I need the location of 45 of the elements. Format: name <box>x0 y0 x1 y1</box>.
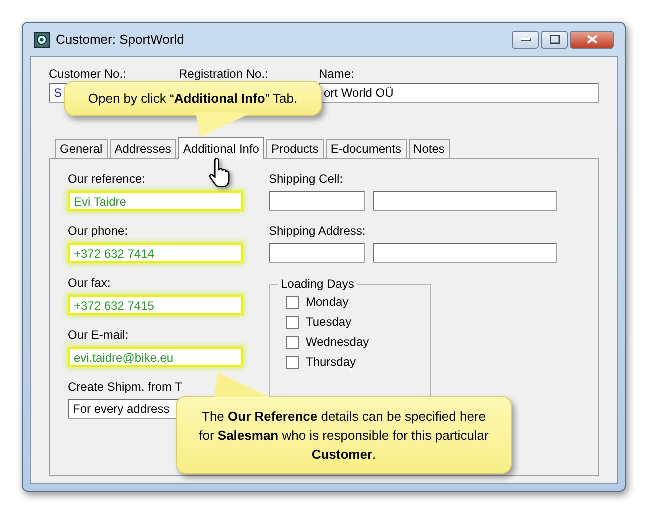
tab[interactable]: E-documents <box>326 139 407 158</box>
checkbox-label: Thursday <box>306 355 356 369</box>
minimize-icon <box>520 38 530 42</box>
field-label: Registration No.: <box>179 67 270 82</box>
checkbox[interactable] <box>286 296 299 308</box>
field-label: Our phone: <box>68 224 130 239</box>
maximize-button[interactable] <box>541 30 568 48</box>
field-label: Shipping Cell: <box>269 172 344 187</box>
checkbox[interactable] <box>286 356 299 368</box>
tab[interactable]: Products <box>266 139 324 158</box>
minimize-button[interactable] <box>512 30 539 48</box>
callout-text: Open by click “Additional Info” Tab. <box>87 90 299 108</box>
text-field[interactable]: +372 632 7415 <box>68 295 243 315</box>
tab[interactable]: General <box>55 139 108 158</box>
text-field[interactable]: +372 632 7414 <box>68 243 243 263</box>
checkbox-label: Monday <box>306 295 349 309</box>
group-title: Loading Days <box>278 277 358 291</box>
callout-tail-tooltip <box>214 373 270 397</box>
field-label: Name: <box>319 67 356 82</box>
field-label: Create Shipm. from T <box>68 380 184 395</box>
close-button[interactable] <box>570 30 614 48</box>
text-field[interactable]: ort World OÜ <box>319 83 599 103</box>
field-label: Our reference: <box>68 172 146 187</box>
text-field[interactable] <box>269 243 365 263</box>
text-field[interactable]: evi.taidre@bike.eu <box>68 347 243 367</box>
field-label: Shipping Address: <box>269 224 367 239</box>
tab[interactable]: Additional Info <box>178 137 264 159</box>
checkbox-label: Wednesday <box>306 335 370 349</box>
field-label: Customer No.: <box>49 67 128 82</box>
text-field[interactable]: Evi Taidre <box>68 191 243 211</box>
text-field[interactable] <box>373 191 557 211</box>
text-field[interactable] <box>269 191 365 211</box>
checkbox-label: Tuesday <box>306 315 352 329</box>
field-label: Our E-mail: <box>68 328 130 343</box>
close-icon <box>586 35 598 44</box>
window-title: Customer: SportWorld <box>56 32 184 47</box>
callout-tail-tooltip <box>196 113 252 137</box>
tab[interactable]: Addresses <box>110 139 176 158</box>
tab[interactable]: Notes <box>408 139 450 158</box>
maximize-icon <box>550 35 560 44</box>
text-field[interactable] <box>373 243 557 263</box>
field-label: Our fax: <box>68 276 112 291</box>
checkbox[interactable] <box>286 336 299 348</box>
app-icon <box>34 32 50 48</box>
checkbox[interactable] <box>286 316 299 328</box>
